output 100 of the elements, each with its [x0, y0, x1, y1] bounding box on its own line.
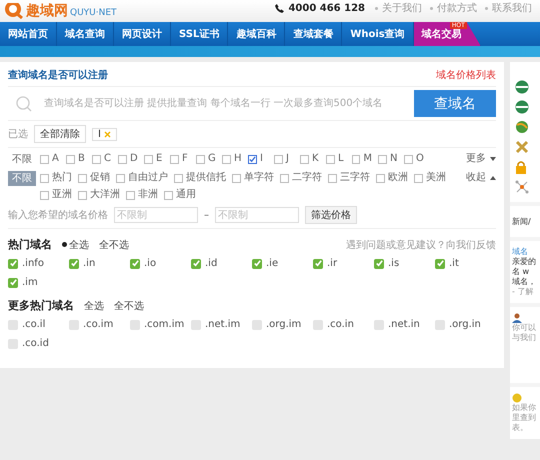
search-icon — [16, 96, 32, 112]
checkbox[interactable] — [40, 190, 49, 200]
checkbox[interactable] — [78, 174, 87, 182]
filter-tag[interactable]: I — [92, 128, 117, 140]
price-list-link[interactable]: 域名价格列表 — [436, 68, 496, 82]
checkbox[interactable] — [232, 174, 241, 182]
select-option[interactable]: 全选 — [84, 298, 104, 312]
checkbox[interactable] — [69, 320, 79, 330]
checkbox[interactable] — [378, 154, 387, 164]
checkbox[interactable] — [118, 154, 127, 164]
checkbox[interactable] — [170, 154, 179, 164]
checkbox[interactable] — [352, 154, 360, 164]
toggle-link[interactable]: 更多 — [466, 152, 486, 166]
checkbox-label: C — [104, 152, 111, 166]
header-link[interactable]: 联系我们 — [492, 1, 532, 15]
domain-label: .in — [83, 258, 96, 269]
checkbox[interactable] — [92, 154, 101, 164]
clear-all-button[interactable]: 全部清除 — [34, 125, 86, 143]
caret-icon[interactable] — [490, 157, 496, 161]
max-price-field[interactable]: 不限制 — [215, 207, 299, 223]
domain-label: .com.im — [144, 319, 184, 330]
checkbox-label: L — [338, 152, 344, 166]
lock-icon — [515, 160, 527, 174]
checkbox[interactable] — [435, 320, 445, 330]
checkbox[interactable] — [196, 154, 205, 164]
feedback-link[interactable]: 遇到问题或意见建议？向我们反馈 — [346, 238, 496, 252]
section-title: 更多热门域名 — [8, 298, 74, 313]
checkbox[interactable] — [252, 320, 262, 330]
bullet-icon — [485, 6, 488, 10]
checkbox[interactable] — [280, 174, 289, 182]
checkbox[interactable] — [174, 174, 183, 182]
filter-price-button[interactable]: 筛选价格 — [305, 206, 357, 224]
smiley-icon — [512, 393, 522, 403]
checkbox-label: 大洋洲 — [90, 188, 120, 202]
domain-label: .net.im — [205, 319, 240, 330]
checkbox-label: 提供信托 — [186, 171, 226, 185]
search-button[interactable]: 查域名 — [414, 90, 496, 117]
close-icon[interactable] — [104, 130, 111, 138]
checkbox[interactable] — [376, 174, 385, 182]
any-filter[interactable]: 不限 — [8, 152, 36, 167]
checkbox[interactable] — [313, 320, 323, 330]
domain-label: .info — [22, 258, 44, 269]
domain-label: .ir — [327, 258, 338, 269]
select-option[interactable]: 全不选 — [99, 238, 129, 252]
header-link[interactable]: 关于我们 — [382, 1, 422, 15]
checkbox[interactable] — [222, 154, 231, 164]
header-link[interactable]: 付款方式 — [437, 1, 477, 15]
checkbox[interactable] — [191, 320, 201, 330]
globe-icon — [515, 120, 529, 134]
checkbox-label: B — [78, 152, 85, 166]
select-option[interactable]: 全不选 — [114, 298, 144, 312]
checkbox-label: 非洲 — [138, 188, 158, 202]
contact-text: 与我们 — [512, 333, 536, 343]
checkbox[interactable] — [144, 154, 153, 164]
checkbox[interactable] — [248, 154, 257, 164]
checkbox[interactable] — [414, 174, 423, 182]
min-price-field[interactable]: 不限制 — [114, 207, 198, 223]
section-title: 热门域名 — [8, 237, 52, 252]
news-link[interactable]: 域名 — [512, 247, 528, 257]
checkbox-label: O — [416, 152, 424, 166]
more-link[interactable]: - 了解 — [512, 287, 534, 297]
checkbox[interactable] — [116, 174, 125, 182]
domain-label: .im — [22, 277, 38, 288]
checkbox-label: A — [52, 152, 59, 166]
checkbox[interactable] — [40, 174, 49, 182]
range-separator: – — [204, 210, 209, 220]
select-option[interactable]: 全选 — [62, 238, 89, 252]
any-filter[interactable]: 不限 — [8, 171, 36, 186]
checkbox-label: M — [363, 152, 372, 166]
checkbox-label: 欧洲 — [388, 171, 408, 185]
checkbox[interactable] — [164, 190, 173, 200]
checkbox[interactable] — [126, 190, 135, 200]
domain-label: .org.im — [266, 319, 302, 330]
checkbox[interactable] — [300, 154, 309, 164]
help-text: 里查到 — [512, 413, 536, 423]
toggle-link[interactable]: 收起 — [466, 171, 486, 185]
caret-icon[interactable] — [490, 176, 496, 180]
checkbox[interactable] — [8, 320, 18, 330]
contact-text: 你可以 — [512, 323, 536, 333]
bullet-icon — [430, 6, 433, 10]
checkbox[interactable] — [8, 338, 18, 348]
domain-label: .io — [144, 258, 156, 269]
checkbox-label: H — [234, 152, 242, 166]
checkbox-label: 二字符 — [292, 171, 322, 185]
checkbox[interactable] — [274, 154, 283, 164]
checkbox[interactable] — [78, 190, 87, 200]
checkbox[interactable] — [66, 154, 75, 164]
checkbox[interactable] — [130, 320, 140, 330]
checkbox[interactable] — [374, 320, 384, 330]
news-title: 新闻/ — [510, 206, 540, 237]
phone-number: 4000 466 128 — [288, 2, 365, 14]
checkbox[interactable] — [328, 174, 337, 182]
checkbox[interactable] — [40, 154, 49, 164]
help-text: 表。 — [512, 423, 528, 433]
domain-label: .is — [388, 258, 400, 269]
checkbox[interactable] — [404, 154, 413, 164]
checkbox-label: 亚洲 — [52, 188, 72, 202]
checkbox-label: J — [286, 152, 289, 166]
checkbox[interactable] — [326, 154, 335, 164]
person-icon — [512, 313, 522, 323]
